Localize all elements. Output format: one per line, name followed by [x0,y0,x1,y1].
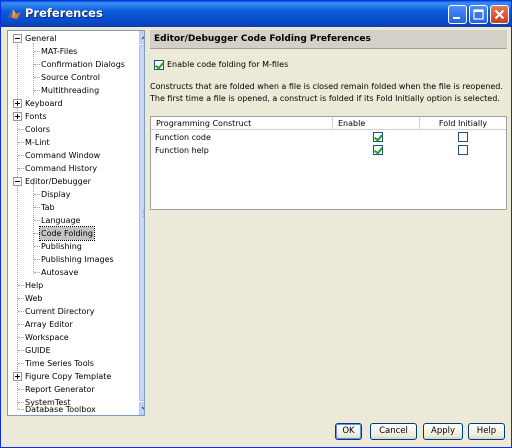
expand-toggle-icon[interactable] [13,99,22,108]
tree-item-m-lint[interactable]: M-Lint [8,136,51,149]
close-icon [494,9,505,20]
tree-item-fonts[interactable]: Fonts [8,110,48,123]
column-header-fold-initially[interactable]: Fold Initially [420,117,506,130]
maximize-icon [473,9,484,20]
window-title: Preferences [25,6,103,20]
chevron-up-icon [141,35,144,40]
scroll-thumb[interactable] [139,45,144,401]
help-button[interactable]: Help [468,423,505,440]
tree-item-report-generator[interactable]: Report Generator [8,383,96,396]
scroll-up-button[interactable] [139,31,144,44]
tree-item-web[interactable]: Web [8,292,43,305]
tree-item-language[interactable]: Language [8,214,81,227]
tree-item-command-window[interactable]: Command Window [8,149,101,162]
tree-item-source-control[interactable]: Source Control [8,71,101,84]
panel-header: Editor/Debugger Code Folding Preferences [150,30,507,49]
apply-button[interactable]: Apply [423,423,463,440]
maximize-button[interactable] [469,5,488,24]
tree-item-editor-debugger[interactable]: Editor/Debugger [8,175,92,188]
tree-scrollbar[interactable] [139,31,144,415]
cancel-button[interactable]: Cancel [370,423,417,440]
tree-item-display[interactable]: Display [8,188,72,201]
column-header-enable[interactable]: Enable [333,117,420,130]
tree-item-figure-copy-template[interactable]: Figure Copy Template [8,370,112,383]
tree-item-help[interactable]: Help [8,279,44,292]
table-row: Function help [151,144,209,157]
title-bar[interactable]: Preferences [1,1,511,27]
ok-button[interactable]: OK [335,423,362,440]
tree-item-guide[interactable]: GUIDE [8,344,52,357]
tree-item-confirmation-dialogs[interactable]: Confirmation Dialogs [8,58,126,71]
tree-item-general[interactable]: General [8,32,58,45]
table-row: Function code [151,131,211,144]
tree-item-array-editor[interactable]: Array Editor [8,318,74,331]
function-code-enable-checkbox[interactable] [373,132,383,142]
minimize-button[interactable] [448,5,467,24]
scroll-down-button[interactable] [139,402,144,415]
folding-description: Constructs that are folded when a file i… [150,82,503,103]
tree-item-publishing-images[interactable]: Publishing Images [8,253,115,266]
minimize-icon [453,17,460,19]
tree-item-publishing[interactable]: Publishing [8,240,83,253]
expand-toggle-icon[interactable] [13,112,22,121]
tree-item-colors[interactable]: Colors [8,123,51,136]
function-help-fold-initially-checkbox[interactable] [458,145,468,155]
preferences-tree[interactable]: General MAT-Files Confirmation Dialogs S… [7,30,145,416]
tree-item-time-series-tools[interactable]: Time Series Tools [8,357,95,370]
enable-code-folding-label: Enable code folding for M-files [167,60,289,69]
collapse-toggle-icon[interactable] [13,177,22,186]
tree-item-code-folding[interactable]: Code Folding [8,226,95,241]
construct-table: Programming Construct Enable Fold Initia… [150,116,507,210]
tree-item-workspace[interactable]: Workspace [8,331,70,344]
tree-item-current-directory[interactable]: Current Directory [8,305,95,318]
grip-icon [143,210,144,217]
tree-item-multithreading[interactable]: Multithreading [8,84,100,97]
enable-code-folding-checkbox[interactable] [154,60,164,70]
tree-item-mat-files[interactable]: MAT-Files [8,45,78,58]
function-help-enable-checkbox[interactable] [373,145,383,155]
construct-name: Function help [155,146,209,155]
tree-item-command-history[interactable]: Command History [8,162,98,175]
code-folding-panel: Editor/Debugger Code Folding Preferences… [150,30,507,416]
function-code-fold-initially-checkbox[interactable] [458,132,468,142]
column-header-construct[interactable]: Programming Construct [151,117,333,130]
construct-name: Function code [155,133,211,142]
panel-title: Editor/Debugger Code Folding Preferences [154,34,371,44]
tree-item-database-toolbox[interactable]: Database Toolbox [8,403,97,415]
collapse-toggle-icon[interactable] [13,34,22,43]
chevron-down-icon [141,406,144,411]
tree-item-keyboard[interactable]: Keyboard [8,97,64,110]
preferences-window: Preferences General MAT-Files Confirmati… [0,0,512,448]
expand-toggle-icon[interactable] [13,372,22,381]
matlab-logo-icon [8,9,21,19]
close-button[interactable] [490,5,509,24]
tree-item-autosave[interactable]: Autosave [8,266,79,279]
tree-item-tab[interactable]: Tab [8,201,56,214]
